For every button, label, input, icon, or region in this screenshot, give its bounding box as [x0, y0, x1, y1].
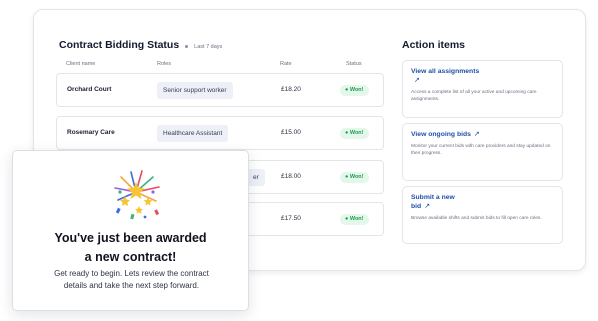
arrow-up-right-icon: ↗	[414, 77, 420, 84]
role-badge: er	[247, 169, 265, 186]
status-badge: ● Won!	[340, 172, 369, 183]
rate-value: £18.20	[281, 86, 301, 93]
action-description: Access a complete list of all your activ…	[411, 90, 537, 102]
status-badge: ● Won!	[340, 85, 369, 96]
table-row[interactable]: Rosemary Care Healthcare Assistant £15.0…	[56, 116, 384, 150]
status-badge: ● Won!	[340, 128, 369, 139]
modal-heading: You've just been awarded a new contract!	[54, 231, 207, 264]
action-card-submit-bid[interactable]: Submit a new bid ↗ Browse available shift…	[402, 186, 563, 244]
action-items-title: Action items	[402, 39, 466, 51]
column-rate: Rate	[280, 61, 292, 67]
rate-value: £18.00	[281, 173, 301, 180]
celebration-icon	[114, 170, 160, 220]
separator-dot	[185, 45, 189, 48]
client-name: Orchard Court	[67, 86, 112, 93]
view-assignments-link[interactable]: View all assignments↗	[411, 67, 481, 85]
view-bids-link[interactable]: View ongoing bids ↗	[411, 130, 481, 139]
bidding-header: Contract Bidding Status Last 7 days	[59, 39, 222, 51]
column-client: Client name	[66, 61, 96, 67]
status-badge: ● Won!	[340, 214, 369, 225]
action-description: Monitor your current bids with care prov…	[411, 144, 551, 156]
action-card-view-bids[interactable]: View ongoing bids ↗ Monitor your current …	[402, 123, 563, 181]
rate-value: £15.00	[281, 129, 301, 136]
rate-value: £17.50	[281, 215, 301, 222]
submit-bid-link[interactable]: Submit a new bid ↗	[411, 193, 466, 211]
action-description: Browse available shifts and submit bids …	[411, 216, 542, 221]
contract-awarded-modal: You've just been awarded a new contract!…	[12, 150, 249, 311]
arrow-up-right-icon: ↗	[473, 131, 480, 138]
table-header: Client name Roles Rate Status	[34, 61, 394, 73]
table-row[interactable]: Orchard Court Senior support worker £18.…	[56, 73, 384, 107]
client-name: Rosemary Care	[67, 129, 115, 136]
column-roles: Roles	[157, 61, 172, 67]
arrow-up-right-icon: ↗	[424, 203, 430, 210]
date-range[interactable]: Last 7 days	[194, 44, 222, 50]
action-card-view-assignments[interactable]: View all assignments↗ Access a complete …	[402, 60, 563, 118]
modal-subtext: Get ready to begin. Lets review the cont…	[54, 269, 209, 290]
column-status: Status	[346, 61, 362, 67]
role-badge: Senior support worker	[157, 82, 233, 99]
role-badge: Healthcare Assistant	[157, 125, 229, 142]
bidding-title: Contract Bidding Status	[59, 39, 180, 51]
